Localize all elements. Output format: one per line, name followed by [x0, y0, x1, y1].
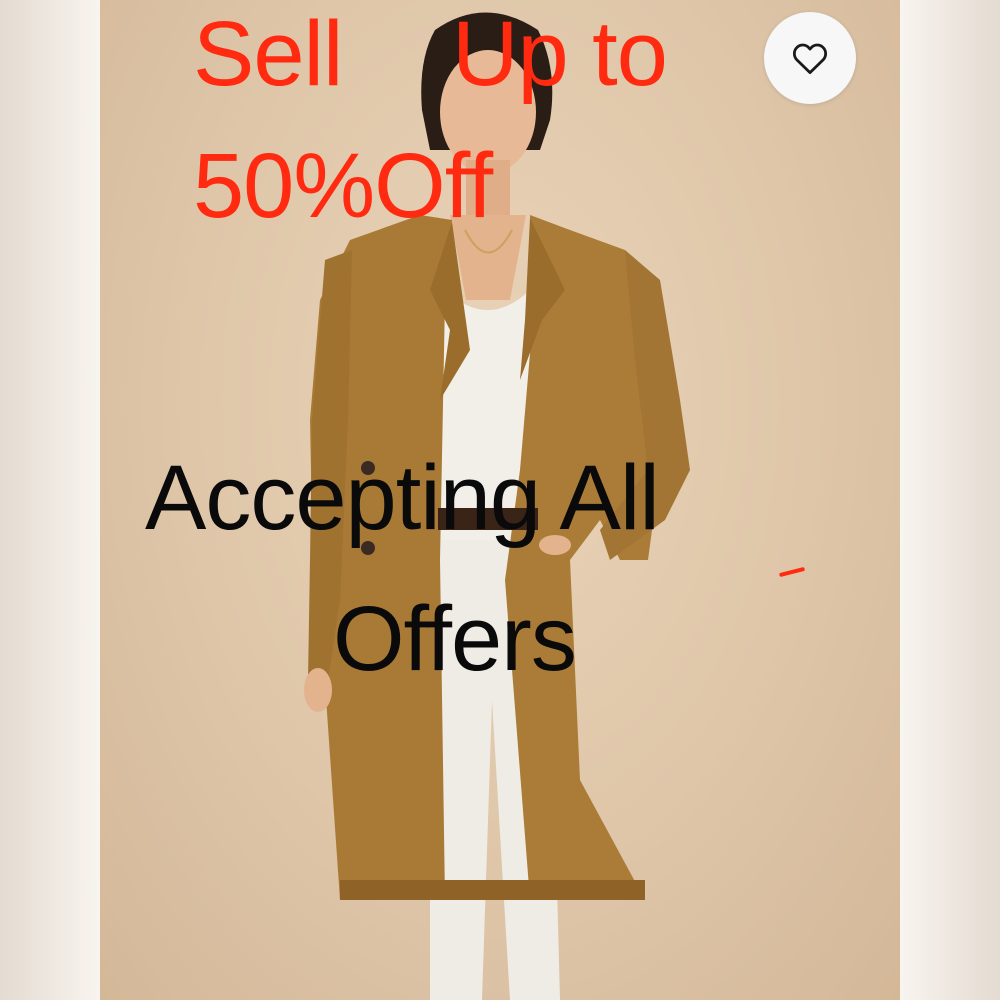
promo-up-to-text: Up to	[452, 3, 668, 105]
accepting-offers-line1: Accepting All	[145, 447, 660, 549]
accepting-offers-line2: Offers	[333, 588, 577, 690]
like-button[interactable]	[764, 12, 856, 104]
left-blur-border	[0, 0, 100, 1000]
right-blur-border	[900, 0, 1000, 1000]
heart-outline-icon	[792, 43, 828, 75]
promo-discount-text: 50%Off	[193, 135, 493, 237]
promo-sell-text: Sell	[193, 3, 343, 105]
listing-image: Sell Up to 50%Off Accepting All Offers	[0, 0, 1000, 1000]
